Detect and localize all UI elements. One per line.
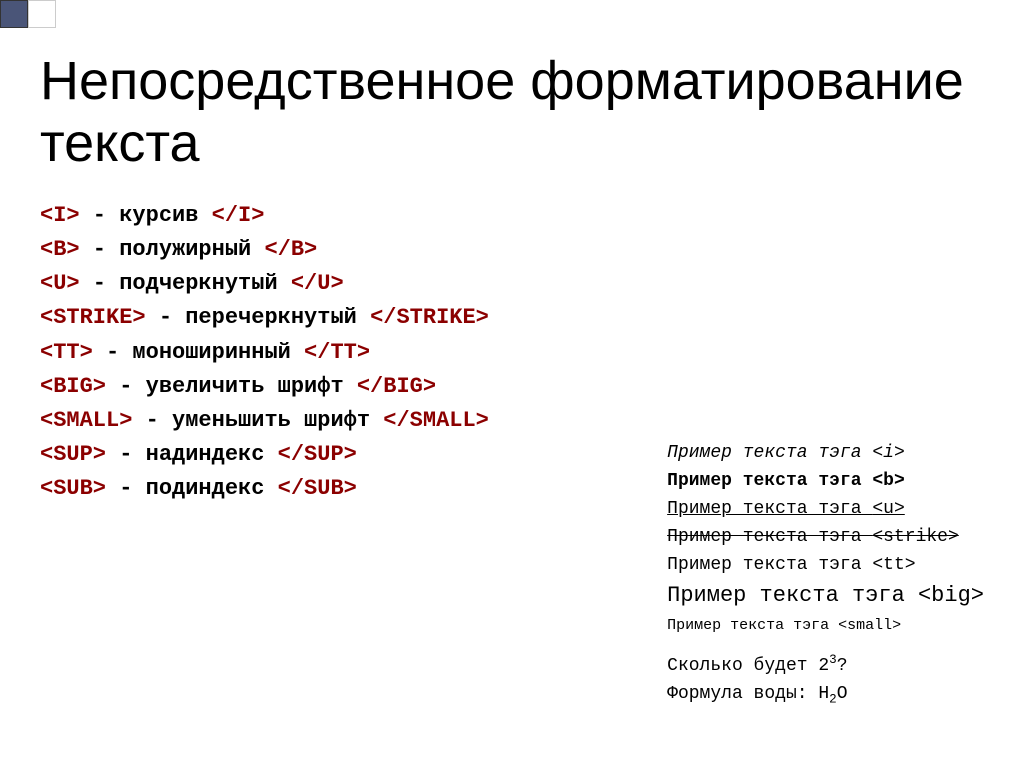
tag-row-underline: <U> - подчеркнутый </U> xyxy=(40,267,984,301)
decoration-square-filled xyxy=(0,0,28,28)
slide-decoration xyxy=(0,0,56,28)
example-big: Пример текста тэга <big> xyxy=(667,579,984,613)
example-underline: Пример текста тэга <u> xyxy=(667,496,984,524)
example-italic: Пример текста тэга <i> xyxy=(667,440,984,468)
tag-row-strike: <STRIKE> - перечеркнутый </STRIKE> xyxy=(40,301,984,335)
slide-title: Непосредственное форматирование текста xyxy=(0,0,1024,199)
example-questions: Сколько будет 23? Формула воды: H2O xyxy=(667,651,984,710)
example-tt: Пример текста тэга <tt> xyxy=(667,552,984,580)
example-strike: Пример текста тэга <strike> xyxy=(667,524,984,552)
example-bold: Пример текста тэга <b> xyxy=(667,468,984,496)
tag-row-big: <BIG> - увеличить шрифт </BIG> xyxy=(40,370,984,404)
tag-row-bold: <B> - полужирный </B> xyxy=(40,233,984,267)
tag-row-small: <SMALL> - уменьшить шрифт </SMALL> xyxy=(40,404,984,438)
example-sub: Формула воды: H2O xyxy=(667,681,984,710)
decoration-square-empty xyxy=(28,0,56,28)
tag-row-tt: <TT> - моноширинный </TT> xyxy=(40,336,984,370)
examples-block: Пример текста тэга <i> Пример текста тэг… xyxy=(667,440,984,710)
example-small: Пример текста тэга <small> xyxy=(667,614,984,637)
example-sup: Сколько будет 23? xyxy=(667,651,984,681)
tag-row-italic: <I> - курсив </I> xyxy=(40,199,984,233)
